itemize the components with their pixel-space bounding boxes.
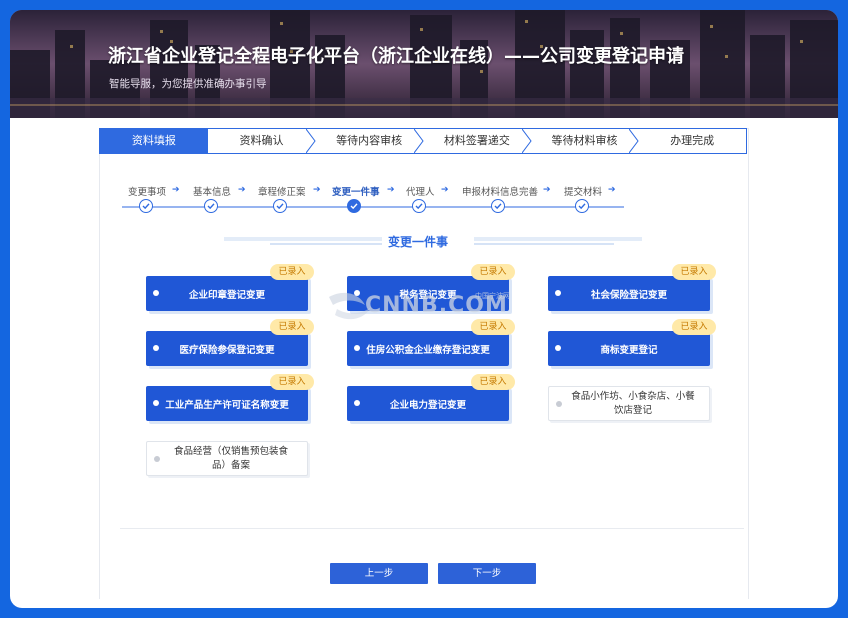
item-trademark-change[interactable]: 商标变更登记 [548,331,710,366]
item-label: 企业印章登记变更 [188,289,265,301]
next-step-button[interactable]: 下一步 [438,563,536,584]
arrow-right-icon: ➔ [172,185,180,195]
bullet-dot [354,400,360,406]
bullet-dot [354,345,360,351]
bullet-dot [153,400,159,406]
steps-line [122,206,624,208]
watermark-small-text: 中国宁波网 [475,292,510,300]
tab-material-review[interactable]: 等待材料审核 [531,129,639,153]
tab-complete[interactable]: 办理完成 [638,129,746,153]
item-label: 医疗保险参保登记变更 [179,344,275,356]
entered-badge: 已录入 [471,374,515,390]
step-basic-info[interactable]: 基本信息 [193,184,231,198]
arrow-right-icon: ➔ [608,185,616,195]
section-deco-line [474,237,642,241]
item-label: 食品经营（仅销售预包装食品）备案 [173,445,288,471]
tab-content-review[interactable]: 等待内容审核 [315,129,424,153]
check-icon [204,199,218,213]
bullet-dot [154,456,160,462]
step-submit-material[interactable]: 提交材料 [564,184,602,198]
item-medical-insurance-change[interactable]: 医疗保险参保登记变更 [146,331,308,366]
arrow-right-icon: ➔ [313,185,321,195]
item-label: 企业电力登记变更 [389,399,466,411]
step-articles-amendment[interactable]: 章程修正案 [258,184,306,198]
item-seal-change[interactable]: 企业印章登记变更 [146,276,308,311]
tab-sign-submit[interactable]: 材料签署递交 [423,129,532,153]
tab-label: 等待内容审核 [336,134,403,147]
item-social-insurance-change[interactable]: 社会保险登记变更 [548,276,710,311]
chevron-right-icon [414,129,424,153]
entered-badge: 已录入 [672,319,716,335]
step-change-items[interactable]: 变更事项 [128,184,166,198]
page-subtitle: 智能导服，为您提供准确办事引导 [109,78,267,90]
watermark: CNNB.COM 中国宁波网 [325,287,515,327]
tab-data-fill[interactable]: 资料填报 [100,129,208,153]
item-label: 工业产品生产许可证名称变更 [165,399,289,411]
section-deco-line [224,237,382,241]
tab-label: 资料确认 [239,134,284,147]
entered-badge: 已录入 [270,319,314,335]
progress-tabs: 资料填报 资料确认 等待内容审核 材料签署递交 等待材料审核 办理完成 [99,128,747,154]
bullet-dot [555,290,561,296]
prev-step-button[interactable]: 上一步 [330,563,428,584]
step-material-info[interactable]: 申报材料信息完善 [462,184,538,198]
arrow-right-icon: ➔ [543,185,551,195]
section-title: 变更一件事 [388,235,449,249]
tab-label: 等待材料审核 [551,134,618,147]
item-label: 社会保险登记变更 [590,289,667,301]
check-icon [412,199,426,213]
item-label: 住房公积金企业缴存登记变更 [366,344,490,356]
bullet-dot [555,345,561,351]
section-deco-line [474,243,614,245]
item-production-license-change[interactable]: 工业产品生产许可证名称变更 [146,386,308,421]
item-food-business-filing[interactable]: 食品经营（仅销售预包装食品）备案 [146,441,308,476]
item-electricity-change[interactable]: 企业电力登记变更 [347,386,509,421]
entered-badge: 已录入 [270,374,314,390]
check-icon [347,199,361,213]
check-icon [491,199,505,213]
chevron-right-icon [198,129,208,153]
arrow-right-icon: ➔ [441,185,449,195]
tab-label: 办理完成 [670,134,715,147]
check-icon [139,199,153,213]
step-one-change[interactable]: 变更一件事 [332,184,380,198]
banner: 浙江省企业登记全程电子化平台（浙江企业在线）——公司变更登记申请 智能导服，为您… [10,10,838,118]
item-housing-fund-change[interactable]: 住房公积金企业缴存登记变更 [347,331,509,366]
chevron-right-icon [306,129,316,153]
tab-label: 资料填报 [131,134,176,147]
chevron-right-icon [521,129,532,153]
check-icon [575,199,589,213]
entered-badge: 已录入 [270,264,314,280]
entered-badge: 已录入 [672,264,716,280]
section-deco-line [270,243,382,245]
tab-label: 材料签署递交 [443,134,510,147]
entered-badge: 已录入 [471,264,515,280]
bullet-dot [556,401,562,407]
arrow-right-icon: ➔ [238,185,246,195]
chevron-right-icon [629,129,639,153]
page-title: 浙江省企业登记全程电子化平台（浙江企业在线）——公司变更登记申请 [108,46,684,67]
tab-data-confirm[interactable]: 资料确认 [208,129,316,153]
bullet-dot [153,345,159,351]
arrow-right-icon: ➔ [387,185,395,195]
item-label: 食品小作坊、小食杂店、小餐饮店登记 [571,390,695,416]
step-agent[interactable]: 代理人 [406,184,435,198]
item-food-workshop-registration[interactable]: 食品小作坊、小食杂店、小餐饮店登记 [548,386,710,421]
item-label: 商标变更登记 [600,344,658,356]
footer-divider [120,528,744,529]
check-icon [273,199,287,213]
bullet-dot [153,290,159,296]
